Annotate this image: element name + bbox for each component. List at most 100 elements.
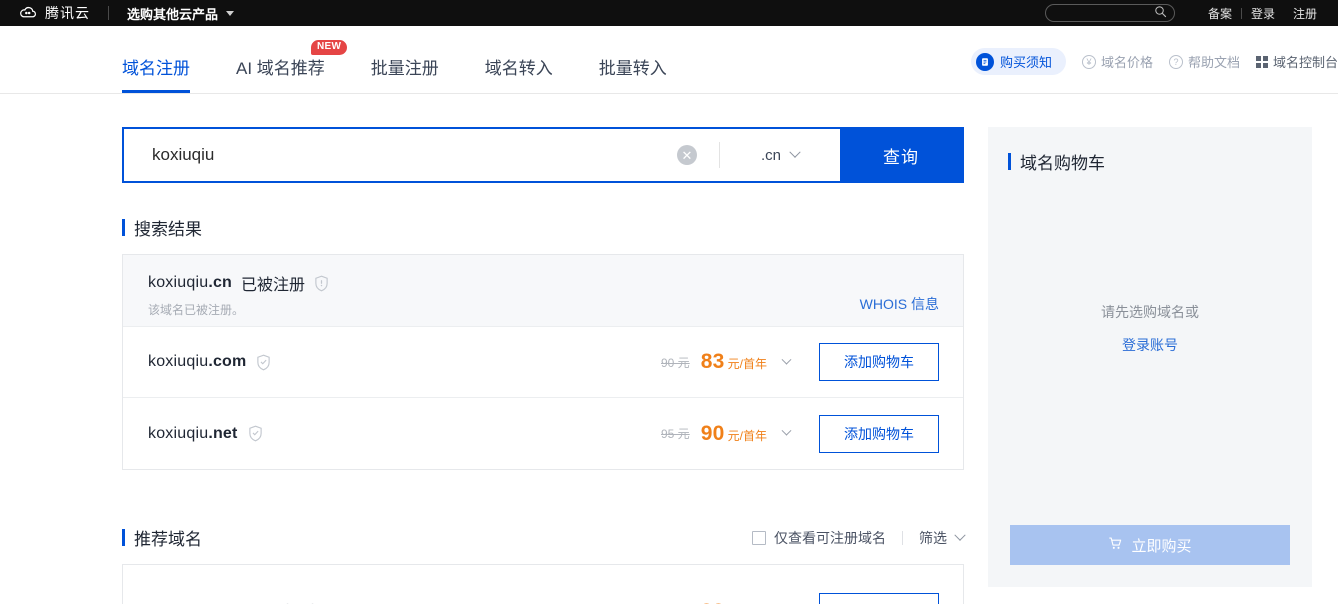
add-to-cart-button[interactable]: 添加购物车 [819,414,939,453]
topbar-link-login[interactable]: 登录 [1242,5,1284,22]
shield-info-icon [314,275,329,292]
question-circle-icon: ? [1168,54,1183,69]
cart-empty-text: 请先选购域名或 [1101,304,1199,320]
price-cell: 39 元 33 元/首年 添加购物车 [661,592,939,605]
purchase-notice-button[interactable]: 购买须知 [970,48,1066,75]
clear-icon[interactable]: ✕ [677,145,697,165]
tab-label: 域名注册 [122,59,190,78]
tab-bulk-register[interactable]: 批量注册 [371,60,461,93]
domain-name: koxiuqiu.cn [148,274,233,291]
primary-navbar: 域名注册 NEW AI 域名推荐 批量注册 域名转入 批量转入 购买须知 ¥ 域… [0,26,1338,94]
tab-label: 域名转入 [484,59,553,78]
domain-console-label: 域名控制台 [1272,55,1338,70]
buy-now-button[interactable]: 立即购买 [1010,525,1290,565]
search-submit-button[interactable]: 查询 [840,129,962,181]
tld-select-value: .cn [760,146,781,164]
registered-row-info: koxiuqiu.cn 已被注册 该域名已被注册。 [148,271,329,318]
price-amount: 83 [700,350,725,373]
domain-name: koxiuqiu.net [148,424,238,442]
registered-row-title: koxiuqiu.cn 已被注册 [148,271,329,295]
domain-name: koxiuqiu.com.cn [148,603,270,605]
topbar-link-register[interactable]: 注册 [1284,5,1326,22]
search-icon [1154,5,1167,21]
chevron-down-icon [226,10,235,16]
current-price: 90 元/首年 [701,422,767,446]
heading-accent-bar [122,219,125,236]
table-row: koxiuqiu.com 90 元 83 元/首年 添加购物车 [123,327,963,398]
help-doc-link[interactable]: ? 帮助文档 [1168,52,1240,71]
tab-label: AI 域名推荐 [236,59,325,78]
price-amount: 90 [700,421,725,445]
global-search-input[interactable] [1044,4,1175,22]
domain-price-label: 域名价格 [1100,55,1153,70]
registered-note: 该域名已被注册。 [148,303,245,317]
chevron-down-icon[interactable] [781,354,792,365]
domain-search-bar: ✕ .cn 查询 [122,127,964,183]
checkbox-box [752,530,766,545]
add-to-cart-button[interactable]: 添加购物车 [819,343,939,381]
domain-name: koxiuqiu.com [148,353,247,370]
price-unit: 元/首年 [727,428,767,443]
topbar-divider [108,6,109,20]
original-price: 90 元 [661,355,690,370]
current-price: 83 元/首年 [701,350,767,374]
domain-console-link[interactable]: 域名控制台 [1255,52,1338,71]
tab-domain-register[interactable]: 域名注册 [122,60,212,93]
domain-search-input[interactable] [152,145,677,165]
domain-price-link[interactable]: ¥ 域名价格 [1081,52,1153,71]
domain-cell: koxiuqiu.com.cn [148,603,320,605]
original-price: 95 元 [661,427,690,441]
recommend-results-card: koxiuqiu.com.cn [122,564,964,604]
add-to-cart-button[interactable]: 添加购物车 [819,592,939,605]
available-only-checkbox[interactable]: 仅查看可注册域名 [752,528,886,548]
search-results-heading: 搜索结果 [122,215,964,240]
current-price: 33 元/首年 [701,600,767,605]
shield-info-icon [305,603,320,604]
grid-icon [1255,55,1268,68]
whois-link[interactable]: WHOIS 信息 [860,284,939,314]
page-body: ✕ .cn 查询 搜索结果 koxiuqiu.cn 已被注 [0,94,1338,607]
chevron-down-icon[interactable] [781,425,792,436]
brand-logo-link[interactable]: 腾讯云 [18,3,90,23]
search-submit-label: 查询 [883,147,919,167]
table-row: koxiuqiu.com.cn [123,576,963,604]
tab-domain-transfer-in[interactable]: 域名转入 [485,60,575,93]
tab-bulk-transfer-in[interactable]: 批量转入 [599,60,689,93]
brand-name: 腾讯云 [45,5,90,21]
nav-tab-list: 域名注册 NEW AI 域名推荐 批量注册 域名转入 批量转入 [122,26,713,93]
tld-select[interactable]: .cn [720,129,840,181]
buy-now-label: 立即购买 [1131,537,1192,555]
price-amount: 33 [701,600,725,605]
heading-accent-bar [1008,153,1011,170]
table-row: koxiuqiu.cn 已被注册 该域名已被注册。 WHOIS 信息 [123,255,963,327]
table-row: koxiuqiu.net 95 元 90 元/首年 添加购物车 [123,398,963,469]
cart-icon [1108,536,1123,555]
price-cell: 90 元 83 元/首年 添加购物车 [661,343,939,381]
topbar-link-beian[interactable]: 备案 [1199,5,1241,22]
global-topbar: 腾讯云 选购其他云产品 备案 登录 注册 [0,0,1338,26]
add-to-cart-label: 添加购物车 [844,425,914,442]
search-results-title: 搜索结果 [134,220,202,239]
chevron-down-icon [954,529,966,541]
sidebar-column: 域名购物车 请先选购域名或 登录账号 立即购买 [988,94,1338,607]
shield-check-icon [280,603,295,604]
cart-login-link[interactable]: 登录账号 [988,335,1312,355]
product-menu-button[interactable]: 选购其他云产品 [127,4,235,23]
search-results-card: koxiuqiu.cn 已被注册 该域名已被注册。 WHOIS 信息 koxiu… [122,254,964,470]
filter-label: 筛选 [919,529,947,546]
shield-check-icon [248,425,263,442]
chevron-down-icon [789,146,801,158]
cart-empty-state: 请先选购域名或 登录账号 [988,302,1312,355]
add-to-cart-label: 添加购物车 [844,602,914,605]
yuan-circle-icon: ¥ [1081,54,1096,69]
price-unit: 元/首年 [727,357,767,371]
help-doc-label: 帮助文档 [1187,55,1240,70]
tab-ai-domain-suggest[interactable]: NEW AI 域名推荐 [236,40,348,93]
product-menu-label: 选购其他云产品 [127,6,219,22]
filter-dropdown[interactable]: 筛选 [919,528,966,548]
cloud-logo-icon [18,3,38,23]
price-cell: 95 元 90 元/首年 添加购物车 [661,414,939,453]
cart-title: 域名购物车 [1020,154,1105,173]
topbar-right-group: 备案 登录 注册 [1044,4,1326,22]
add-to-cart-label: 添加购物车 [844,354,914,370]
